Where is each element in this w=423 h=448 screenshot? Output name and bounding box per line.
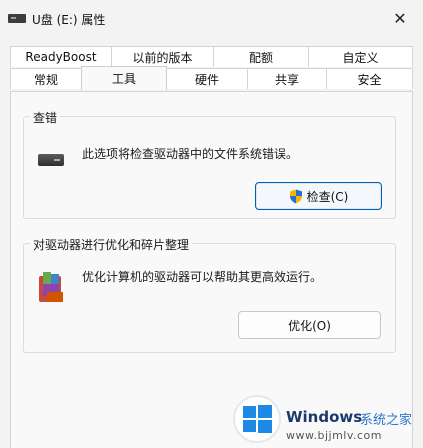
close-button[interactable]: ✕ <box>377 0 423 36</box>
drive-icon <box>38 154 64 166</box>
optimize-description: 优化计算机的驱动器可以帮助其更高效运行。 <box>82 270 323 284</box>
drive-icon <box>8 14 26 23</box>
error-check-group: 查错 此选项将检查驱动器中的文件系统错误。 检查(C) <box>23 109 396 219</box>
tab-strip: ReadyBoost 以前的版本 配额 自定义 常规 工具 硬件 共享 安全 <box>10 46 413 92</box>
tab-tools[interactable]: 工具 <box>81 66 167 90</box>
close-icon: ✕ <box>393 8 407 28</box>
tab-readyboost[interactable]: ReadyBoost <box>10 46 112 67</box>
error-check-description: 此选项将检查驱动器中的文件系统错误。 <box>82 147 299 161</box>
optimize-button[interactable]: 优化(O) <box>238 311 381 339</box>
error-check-title: 查错 <box>30 109 61 126</box>
watermark-site-name: 系统之家 <box>360 413 413 428</box>
window-title: U盘 (E:) 属性 <box>32 13 106 27</box>
title-bar: U盘 (E:) 属性 ✕ <box>0 0 423 38</box>
optimize-title: 对驱动器进行优化和碎片整理 <box>30 236 193 253</box>
shield-icon <box>289 189 302 203</box>
defrag-icon <box>39 272 63 302</box>
optimize-group: 对驱动器进行优化和碎片整理 优化计算机的驱动器可以帮助其更高效运行。 优化(O) <box>23 236 396 353</box>
windows-logo-icon <box>233 395 281 443</box>
tab-hardware[interactable]: 硬件 <box>166 68 248 89</box>
watermark-url: www.bjjmlv.com <box>286 429 382 442</box>
tab-general[interactable]: 常规 <box>10 68 82 89</box>
check-button[interactable]: 检查(C) <box>255 182 382 210</box>
optimize-button-label: 优化(O) <box>288 318 331 333</box>
watermark-brand: Windows <box>286 408 363 426</box>
tab-security[interactable]: 安全 <box>326 68 413 89</box>
tab-customize[interactable]: 自定义 <box>308 46 413 67</box>
tab-previous-versions[interactable]: 以前的版本 <box>111 46 214 67</box>
tab-quota[interactable]: 配额 <box>213 46 309 67</box>
watermark: Windows 系统之家 www.bjjmlv.com <box>232 392 423 448</box>
tab-sharing[interactable]: 共享 <box>247 68 327 89</box>
check-button-label: 检查(C) <box>306 189 349 204</box>
